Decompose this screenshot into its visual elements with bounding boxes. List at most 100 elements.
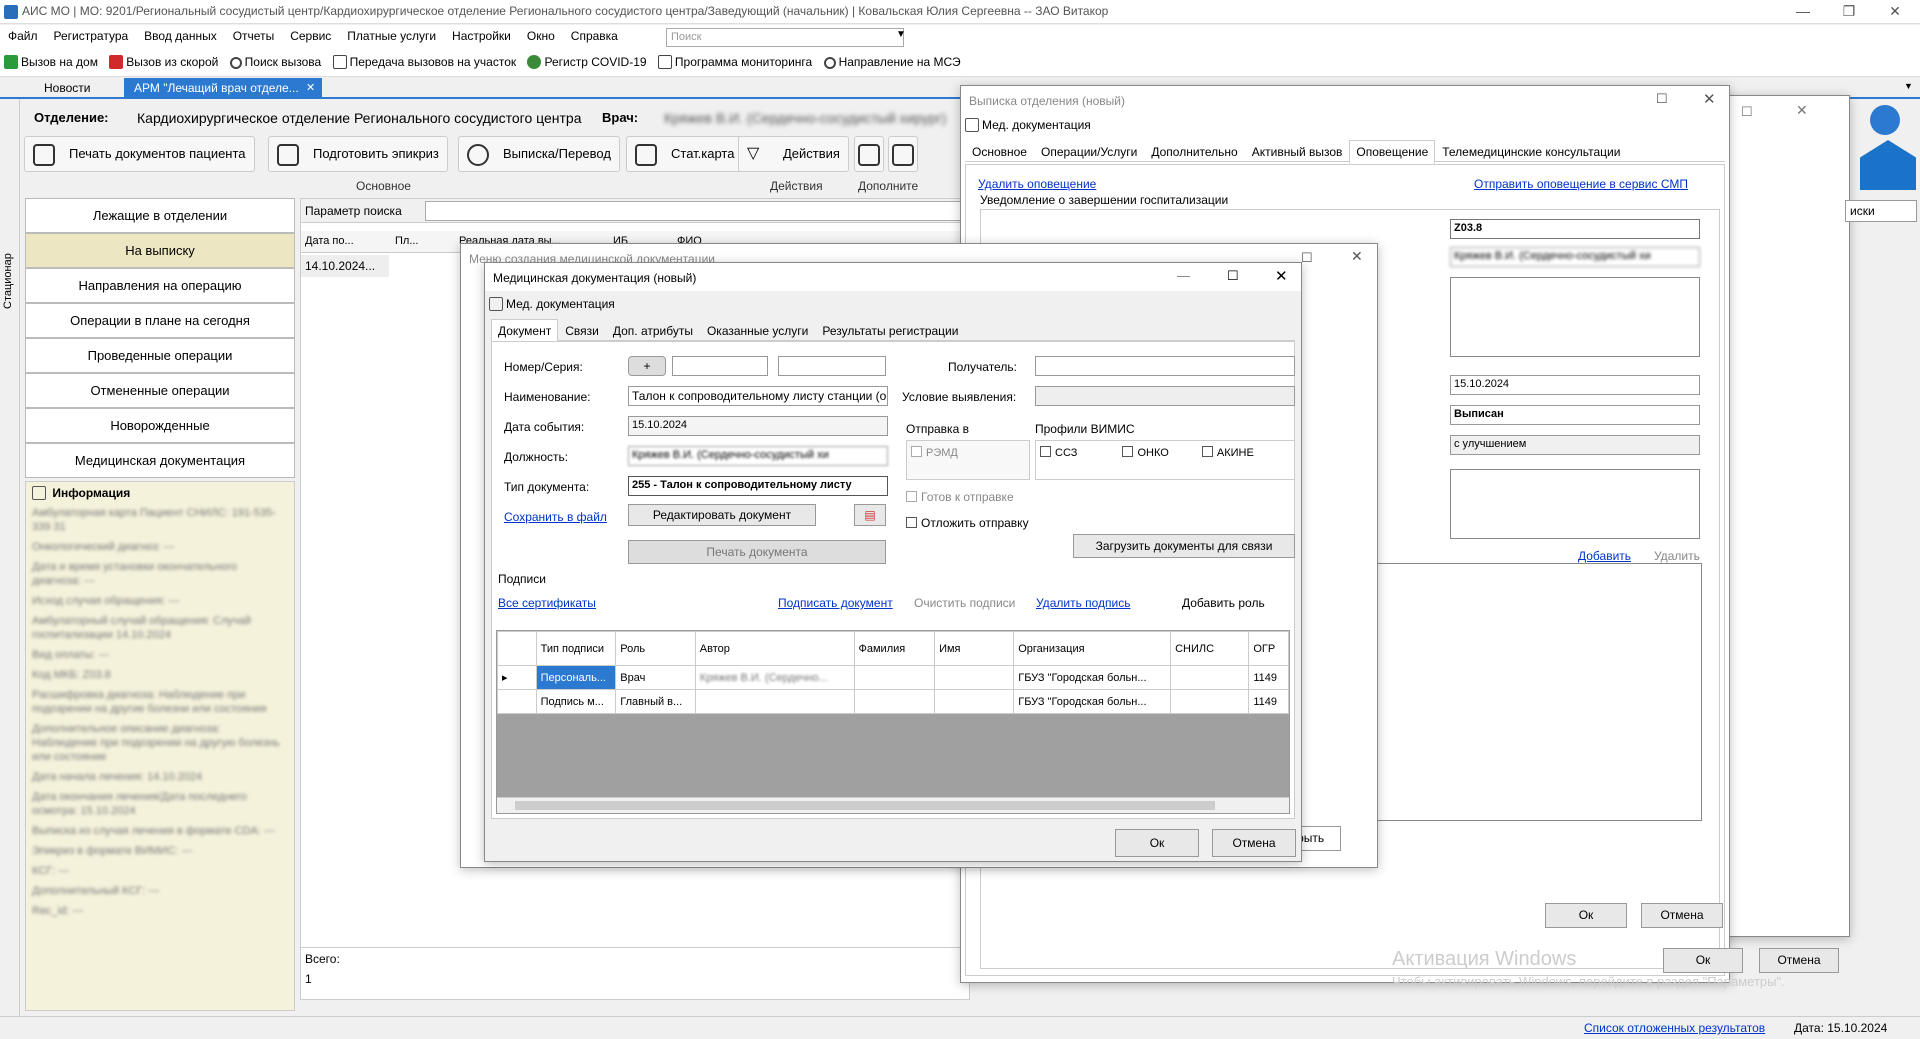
nav-item-planned-ops[interactable]: Операции в плане на сегодня [25, 303, 295, 338]
menu-file[interactable]: Файл [0, 25, 46, 47]
recipient-input[interactable] [1035, 356, 1295, 376]
vimis-ssz-checkbox[interactable]: ССЗ [1040, 446, 1077, 459]
chevron-down-icon[interactable]: ▼ [1904, 81, 1913, 91]
mse-referral-button[interactable]: Направление на МСЭ [820, 51, 965, 73]
comment-area[interactable] [1450, 469, 1700, 539]
tab-links[interactable]: Связи [558, 319, 606, 343]
back-cancel-button[interactable]: Отмена [1759, 948, 1839, 973]
scrollbar-thumb[interactable] [515, 801, 1215, 810]
table-cell[interactable] [853, 665, 936, 690]
outcome-select[interactable]: с улучшением [1450, 435, 1700, 455]
col-author[interactable]: Автор [694, 631, 855, 666]
close-icon[interactable]: ✕ [1275, 267, 1288, 285]
name-input[interactable]: Талон к сопроводительному листу станции … [628, 386, 888, 406]
menu-help[interactable]: Справка [563, 25, 626, 47]
position-input[interactable]: Кряжев В.И. (Сердечно-сосудистый хи [628, 446, 888, 466]
doctor-field[interactable]: Кряжев В.И. (Сердечно-сосудистый хи [1450, 247, 1700, 267]
ready-checkbox[interactable]: Готов к отправке [906, 490, 1014, 504]
tab-news[interactable]: Новости [34, 78, 100, 99]
col-organization[interactable]: Организация [1013, 631, 1172, 666]
send-notification-link[interactable]: Отправить оповещение в сервис СМП [1474, 177, 1688, 191]
add-role-link[interactable]: Добавить роль [1182, 596, 1265, 610]
table-cell[interactable] [934, 665, 1015, 690]
tab-main[interactable]: Основное [965, 140, 1034, 164]
chevron-down-icon[interactable]: ▼ [888, 25, 914, 44]
tab-notification[interactable]: Оповещение [1349, 140, 1436, 164]
delete-notification-link[interactable]: Удалить оповещение [978, 177, 1096, 191]
ambulance-call-button[interactable]: Вызов из скорой [105, 51, 222, 73]
discharge-button[interactable]: Выписка/Перевод [458, 136, 620, 172]
extra-button-1[interactable] [854, 136, 884, 172]
side-tab[interactable]: Стационар [0, 99, 20, 1019]
col-plan[interactable]: Пл... [395, 235, 419, 247]
menu-settings[interactable]: Настройки [444, 25, 519, 47]
tab-active-call[interactable]: Активный вызов [1245, 140, 1350, 164]
tab-telemed[interactable]: Телемедицинские консультации [1435, 140, 1627, 164]
menu-data-input[interactable]: Ввод данных [136, 25, 225, 47]
table-cell[interactable]: ГБУЗ "Городская больн... [1013, 689, 1172, 714]
table-cell[interactable] [853, 689, 936, 714]
print-docs-button[interactable]: Печать документов пациента [24, 136, 255, 172]
info-line[interactable]: Амбулаторный случай обращения: Случай го… [32, 614, 288, 642]
series-input[interactable] [778, 356, 886, 376]
search-input[interactable]: Поиск [666, 28, 904, 47]
table-row[interactable]: ▸ Персональ... Врач Кряжев В.И. (Сердечно..… [497, 665, 1289, 690]
stat-card-button[interactable]: Стат.карта [626, 136, 744, 172]
edit-document-button[interactable]: Редактировать документ [628, 504, 816, 526]
back-ok-button[interactable]: Ок [1663, 948, 1743, 973]
maximize-icon[interactable]: ☐ [1741, 104, 1753, 120]
extra-button-2[interactable] [888, 136, 918, 172]
discharge-cancel-button[interactable]: Отмена [1641, 903, 1723, 928]
number-input[interactable] [672, 356, 768, 376]
transfer-calls-button[interactable]: Передача вызовов на участок [329, 51, 521, 73]
event-date-input[interactable]: 15.10.2024 [628, 416, 888, 436]
notes-area[interactable] [1450, 277, 1700, 357]
gear-icon[interactable] [1870, 105, 1900, 135]
table-row[interactable]: 14.10.2024... [301, 255, 389, 277]
find-call-button[interactable]: Поиск вызова [226, 51, 326, 73]
menu-registry[interactable]: Регистратура [46, 25, 137, 47]
col-role[interactable]: Роль [615, 631, 696, 666]
table-cell[interactable]: Кряжев В.И. (Сердечно... [694, 665, 855, 690]
col-ogr[interactable]: ОГР [1248, 631, 1289, 666]
envelope-icon[interactable] [1860, 140, 1916, 190]
remd-checkbox[interactable]: РЭМД [906, 440, 1030, 480]
col-snils[interactable]: СНИЛС [1170, 631, 1250, 666]
menu-reports[interactable]: Отчеты [225, 25, 282, 47]
print-document-button[interactable]: Печать документа [628, 540, 886, 564]
col-lastname[interactable]: Фамилия [853, 631, 936, 666]
nav-item-referrals[interactable]: Направления на операцию [25, 268, 295, 303]
menu-service[interactable]: Сервис [282, 25, 339, 47]
delete-signature-link[interactable]: Удалить подпись [1036, 596, 1131, 610]
close-icon[interactable]: ✕ [1351, 248, 1363, 265]
minimize-icon[interactable]: — [1780, 0, 1826, 24]
status-field[interactable]: Выписан [1450, 405, 1700, 425]
close-tab-icon[interactable]: ✕ [306, 81, 315, 94]
tab-operations[interactable]: Операции/Услуги [1034, 140, 1144, 164]
sign-document-link[interactable]: Подписать документ [778, 596, 893, 610]
table-cell[interactable]: Врач [615, 665, 696, 690]
epicrisis-button[interactable]: Подготовить эпикриз [268, 136, 448, 172]
table-cell[interactable]: 1149 [1248, 665, 1289, 690]
delete-link[interactable]: Удалить [1654, 549, 1700, 563]
nav-item-newborns[interactable]: Новорожденные [25, 408, 295, 443]
menu-paid-services[interactable]: Платные услуги [339, 25, 444, 47]
maximize-icon[interactable]: ☐ [1301, 250, 1313, 266]
tab-additional[interactable]: Дополнительно [1144, 140, 1244, 164]
doc-cancel-button[interactable]: Отмена [1212, 829, 1296, 857]
clear-signatures-link[interactable]: Очистить подписи [914, 596, 1015, 610]
all-certs-link[interactable]: Все сертификаты [498, 596, 596, 610]
col-date[interactable]: Дата по... [305, 235, 354, 247]
doc-ok-button[interactable]: Ок [1115, 829, 1199, 857]
pdf-icon[interactable]: ▤ [854, 504, 886, 526]
restore-icon[interactable]: ❐ [1826, 0, 1872, 24]
col-firstname[interactable]: Имя [934, 631, 1015, 666]
search-param-input[interactable] [425, 201, 965, 221]
add-number-button[interactable]: + [628, 356, 666, 376]
info-line[interactable]: Амбулаторная карта Пациент СНИЛС: 191-53… [32, 506, 288, 534]
maximize-icon[interactable]: ☐ [1227, 268, 1239, 284]
close-icon[interactable]: ✕ [1872, 0, 1918, 24]
tab-results[interactable]: Результаты регистрации [815, 319, 965, 343]
monitoring-button[interactable]: Программа мониторинга [654, 51, 816, 73]
table-cell[interactable]: Персональ... [535, 665, 617, 690]
